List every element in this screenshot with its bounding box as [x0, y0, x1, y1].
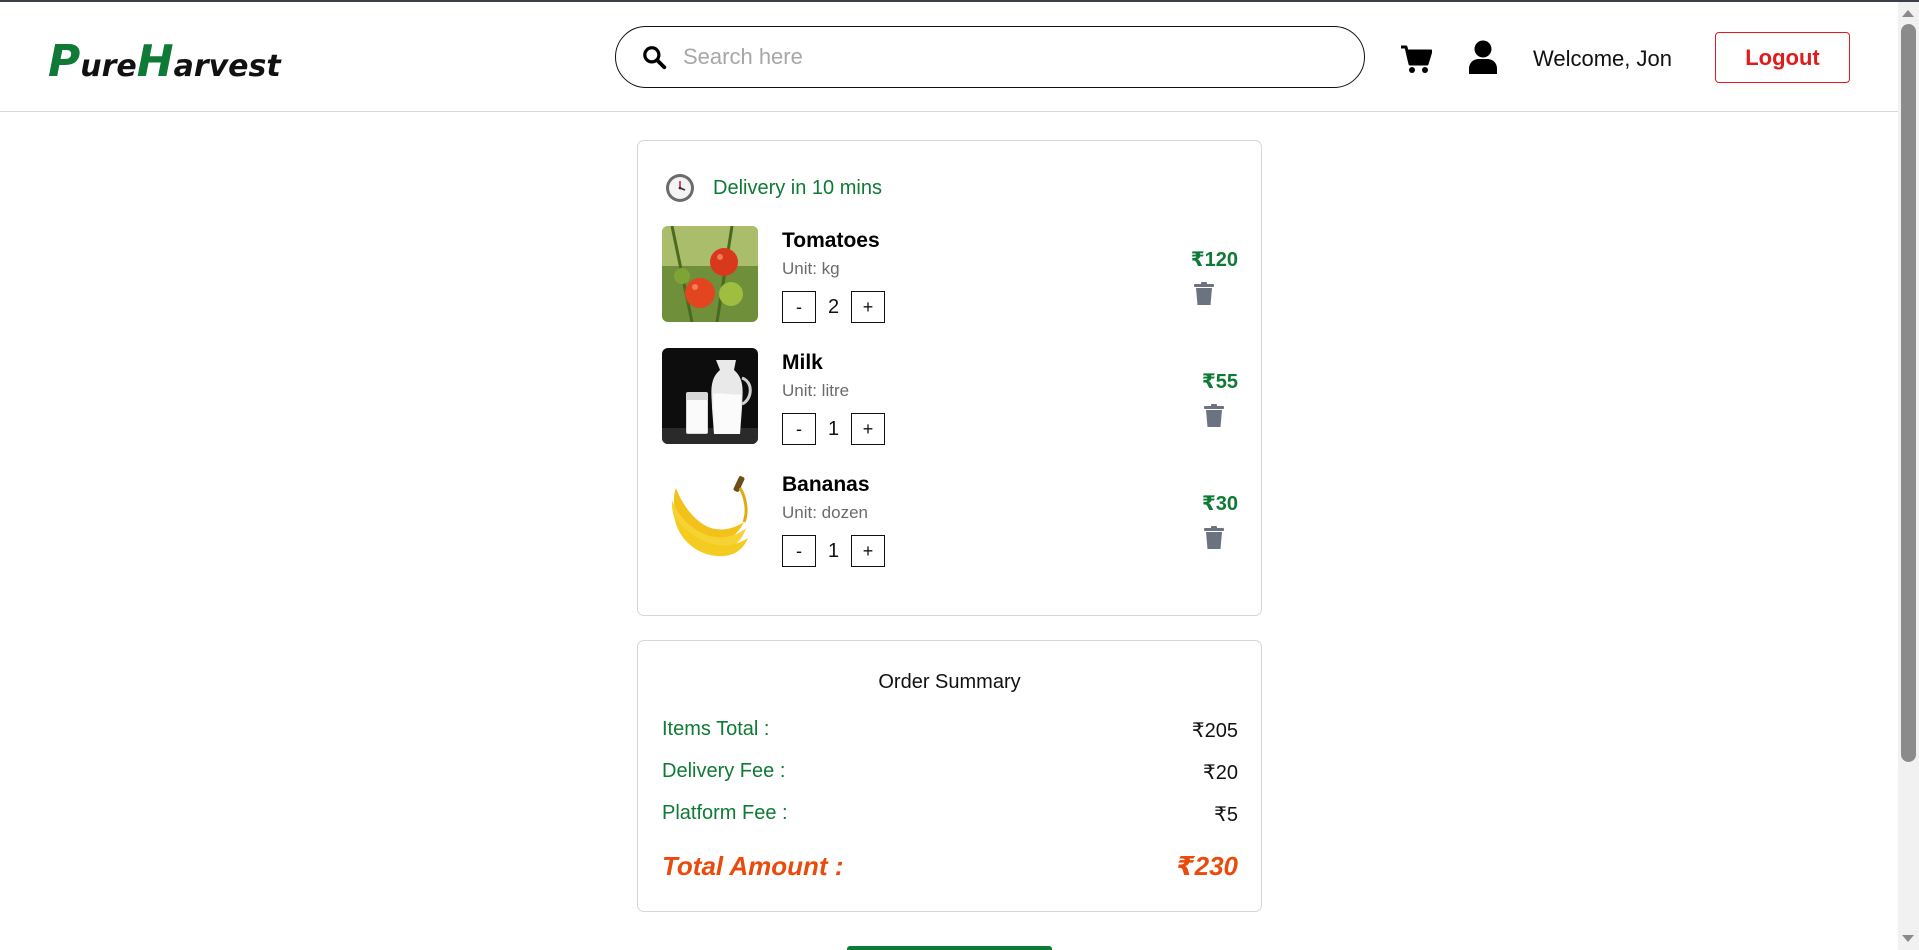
- item-price: ₹55: [1201, 371, 1238, 393]
- cart-item-milk: Milk Unit: litre - 1 + ₹55: [662, 348, 1238, 446]
- cart-icon[interactable]: [1400, 44, 1432, 74]
- item-unit: Unit: dozen: [782, 503, 868, 522]
- logo-letter-p: P: [48, 36, 81, 87]
- decrease-quantity-button[interactable]: -: [782, 291, 816, 323]
- logo-text-arvest: arvest: [173, 49, 281, 84]
- delivery-fee-label: Delivery Fee :: [662, 760, 786, 782]
- cart-item-bananas: Bananas Unit: dozen - 1 + ₹30: [662, 470, 1238, 568]
- logo-letter-h: H: [136, 36, 174, 87]
- increase-quantity-button[interactable]: +: [851, 413, 885, 445]
- quantity-stepper: - 1 +: [782, 535, 885, 567]
- user-icon[interactable]: [1468, 40, 1498, 74]
- items-total-label: Items Total :: [662, 718, 770, 740]
- delivery-time-text: Delivery in 10 mins: [713, 176, 882, 199]
- item-name: Bananas: [782, 473, 870, 496]
- trash-icon[interactable]: [1204, 526, 1224, 550]
- total-amount-value: ₹230: [1176, 851, 1238, 881]
- logout-button[interactable]: Logout: [1715, 32, 1850, 83]
- cart-item-tomatoes: Tomatoes Unit: kg - 2 + ₹120: [662, 226, 1238, 324]
- total-amount-label: Total Amount :: [662, 851, 844, 881]
- milk-image: [662, 348, 758, 444]
- quantity-stepper: - 2 +: [782, 291, 885, 323]
- brand-logo[interactable]: PureHarvest: [48, 36, 281, 87]
- page-scrollbar[interactable]: [1898, 2, 1919, 950]
- trash-icon[interactable]: [1194, 282, 1214, 306]
- search-input[interactable]: [683, 44, 1333, 70]
- order-summary-card: Order Summary Items Total : ₹205 Deliver…: [637, 640, 1262, 912]
- platform-fee-label: Platform Fee :: [662, 802, 788, 824]
- cart-items-card: Delivery in 10 mins Tomatoes Unit: kg - …: [637, 140, 1262, 616]
- increase-quantity-button[interactable]: +: [851, 535, 885, 567]
- item-price: ₹30: [1201, 493, 1238, 515]
- clock-icon: [666, 174, 694, 202]
- scrollbar-thumb[interactable]: [1901, 24, 1916, 762]
- search-bar: [615, 26, 1365, 88]
- decrease-quantity-button[interactable]: -: [782, 413, 816, 445]
- quantity-value: 2: [827, 295, 840, 318]
- trash-icon[interactable]: [1204, 404, 1224, 428]
- quantity-stepper: - 1 +: [782, 413, 885, 445]
- top-navbar: PureHarvest Welcome, Jon Logout: [0, 2, 1898, 112]
- bananas-image: [662, 470, 758, 566]
- welcome-text: Welcome, Jon: [1533, 46, 1672, 71]
- item-unit: Unit: litre: [782, 381, 850, 400]
- order-summary-title: Order Summary: [878, 671, 1021, 693]
- item-name: Milk: [782, 351, 823, 374]
- item-unit: Unit: kg: [782, 259, 840, 278]
- logo-text-ure: ure: [80, 49, 137, 84]
- item-name: Tomatoes: [782, 229, 880, 252]
- search-icon[interactable]: [641, 44, 667, 70]
- checkout-button-partial[interactable]: [847, 946, 1052, 950]
- delivery-fee-value: ₹20: [1203, 762, 1238, 784]
- scroll-up-arrow-icon[interactable]: [1902, 10, 1914, 17]
- scroll-down-arrow-icon[interactable]: [1902, 935, 1914, 942]
- increase-quantity-button[interactable]: +: [851, 291, 885, 323]
- tomatoes-image: [662, 226, 758, 322]
- decrease-quantity-button[interactable]: -: [782, 535, 816, 567]
- items-total-value: ₹205: [1191, 720, 1238, 742]
- platform-fee-value: ₹5: [1214, 804, 1238, 826]
- quantity-value: 1: [827, 539, 840, 562]
- delivery-info: Delivery in 10 mins: [665, 173, 882, 203]
- quantity-value: 1: [827, 417, 840, 440]
- item-price: ₹120: [1190, 249, 1238, 271]
